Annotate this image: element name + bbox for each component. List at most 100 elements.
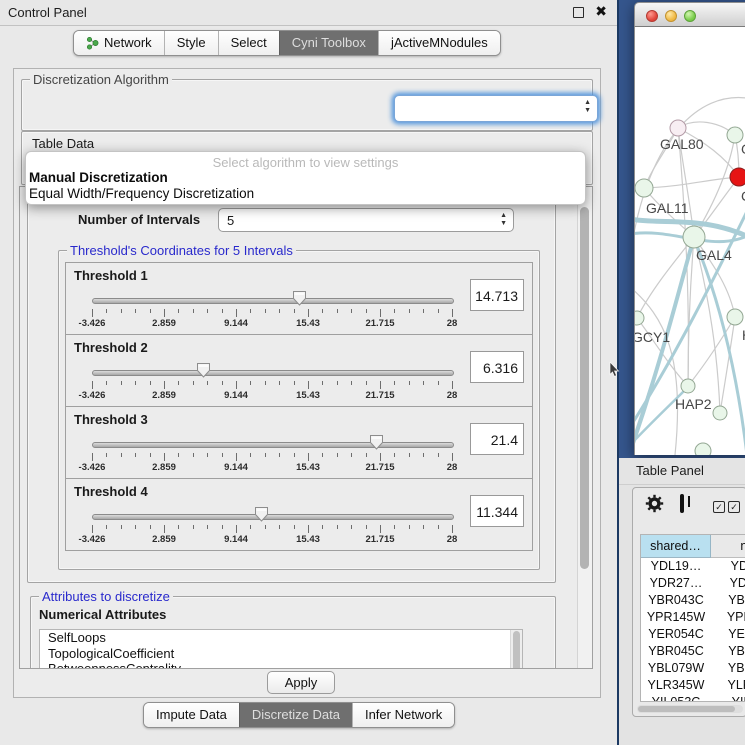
stepper-icon: ▲▼: [500, 212, 507, 228]
checkbox-icon: ✓: [728, 501, 740, 513]
slider-handle[interactable]: [254, 506, 269, 522]
dropdown-option-manual-discretization[interactable]: Manual Discretization: [26, 170, 585, 186]
column-settings-icon[interactable]: [680, 494, 684, 513]
tab-cyni-toolbox[interactable]: Cyni Toolbox: [279, 31, 378, 55]
numerical-attributes-list[interactable]: SelfLoopsTopologicalCoefficientBetweenne…: [39, 629, 523, 669]
number-of-intervals-value: 5: [227, 213, 234, 228]
zoom-traffic-light-icon[interactable]: [684, 10, 696, 22]
tab-discretize-data[interactable]: Discretize Data: [239, 703, 352, 727]
attribute-list-item[interactable]: TopologicalCoefficient: [40, 646, 522, 662]
threshold-value-field[interactable]: 21.4: [470, 423, 524, 455]
network-node[interactable]: [695, 443, 711, 455]
table-row[interactable]: YBR043CYBR043C: [641, 592, 745, 609]
slider-track[interactable]: [92, 514, 454, 520]
network-node[interactable]: [681, 379, 695, 393]
column-header-1[interactable]: shared…: [641, 535, 711, 558]
tab-network[interactable]: Network: [74, 31, 164, 55]
table-cell[interactable]: YBR043C: [711, 592, 745, 609]
table-cell[interactable]: YPR145W: [711, 609, 745, 626]
attribute-list-item[interactable]: BetweennessCentrality: [40, 661, 522, 669]
table-cell[interactable]: YBR045C: [711, 643, 745, 660]
network-edge[interactable]: [635, 241, 693, 455]
minimize-traffic-light-icon[interactable]: [665, 10, 677, 22]
float-icon[interactable]: [573, 7, 584, 18]
tab-select[interactable]: Select: [218, 31, 279, 55]
tab-impute-data[interactable]: Impute Data: [144, 703, 239, 727]
network-edge[interactable]: [694, 237, 720, 413]
close-traffic-light-icon[interactable]: [646, 10, 658, 22]
slider-handle[interactable]: [196, 362, 211, 378]
table-cell[interactable]: YBL079W: [641, 660, 711, 677]
slider-handle[interactable]: [369, 434, 384, 450]
table-cell[interactable]: YDR27…: [641, 575, 711, 592]
slider-ticks: [92, 525, 452, 533]
table-cell[interactable]: YDL19…: [641, 558, 711, 575]
table-horizontal-scrollbar[interactable]: [637, 705, 743, 713]
number-of-intervals-combobox[interactable]: 5 ▲▼: [218, 208, 514, 232]
apply-button[interactable]: Apply: [267, 671, 335, 694]
tab-label: Select: [231, 31, 267, 55]
main-window-right-area: GAL80GACGAL11GAL4GCY1HHAP2 Table Panel: [617, 0, 745, 745]
gear-icon[interactable]: [645, 494, 664, 516]
table-cell[interactable]: YDR27…: [711, 575, 745, 592]
table-row[interactable]: YLR345WYLR345W: [641, 677, 745, 694]
slider-track[interactable]: [92, 298, 454, 304]
table-cell[interactable]: YLR345W: [711, 677, 745, 694]
algorithm-combobox[interactable]: ▲▼: [394, 95, 598, 122]
stepper-icon: ▲▼: [584, 99, 591, 115]
network-node[interactable]: [683, 226, 705, 248]
tab-infer-network[interactable]: Infer Network: [352, 703, 454, 727]
node-attribute-table[interactable]: shared…nameYDL19…YDL19…YDR27…YDR27…YBR04…: [640, 534, 745, 702]
table-cell[interactable]: YBR043C: [641, 592, 711, 609]
table-row[interactable]: YPR145WYPR145W: [641, 609, 745, 626]
threshold-value-field[interactable]: 14.713: [470, 279, 524, 311]
threshold-value-field[interactable]: 11.344: [470, 495, 524, 527]
table-data-label: Table Data: [32, 136, 94, 151]
table-cell[interactable]: YIL053C: [641, 694, 711, 702]
interval-definition-group: Interval Definition Number of Intervals …: [27, 197, 556, 583]
table-panel-title: Table Panel: [636, 463, 704, 478]
table-row[interactable]: YBL079WYBL079W: [641, 660, 745, 677]
table-cell[interactable]: YIL053C: [711, 694, 745, 702]
table-cell[interactable]: YER054C: [711, 626, 745, 643]
dropdown-option-equal-width-frequency[interactable]: Equal Width/Frequency Discretization: [26, 186, 585, 202]
settings-vertical-scrollbar[interactable]: [577, 187, 592, 668]
network-node[interactable]: [635, 179, 653, 197]
table-cell[interactable]: YER054C: [641, 626, 711, 643]
attributes-list-scrollbar[interactable]: [510, 630, 522, 669]
table-row[interactable]: YDL19…YDL19…: [641, 558, 745, 575]
table-row[interactable]: YBR045CYBR045C: [641, 643, 745, 660]
table-cell[interactable]: YBR045C: [641, 643, 711, 660]
table-row[interactable]: YER054CYER054C: [641, 626, 745, 643]
network-node[interactable]: [730, 168, 745, 186]
table-cell[interactable]: YDL19…: [711, 558, 745, 575]
close-icon[interactable]: ✖: [595, 3, 607, 20]
select-columns-icon[interactable]: ✓✓: [713, 498, 743, 513]
network-node[interactable]: [713, 406, 727, 420]
tab-style[interactable]: Style: [164, 31, 218, 55]
tab-jactivemnodules[interactable]: jActiveMNodules: [378, 31, 500, 55]
slider-track[interactable]: [92, 370, 454, 376]
table-cell[interactable]: YLR345W: [641, 677, 711, 694]
thresholds-group: Threshold's Coordinates for 5 Intervals …: [58, 250, 540, 570]
attribute-list-item[interactable]: SelfLoops: [40, 630, 522, 646]
scrollbar-thumb[interactable]: [580, 207, 589, 569]
network-canvas[interactable]: GAL80GACGAL11GAL4GCY1HHAP2: [634, 27, 745, 455]
tab-label: Style: [177, 31, 206, 55]
table-row[interactable]: YDR27…YDR27…: [641, 575, 745, 592]
network-edge[interactable]: [637, 237, 694, 318]
settings-scroll-area: Interval Definition Number of Intervals …: [19, 186, 593, 669]
slider-handle[interactable]: [292, 290, 307, 306]
table-cell[interactable]: YBL079W: [711, 660, 745, 677]
table-row[interactable]: YIL053CYIL053C: [641, 694, 745, 702]
network-view-window[interactable]: GAL80GACGAL11GAL4GCY1HHAP2: [634, 2, 745, 455]
network-node[interactable]: [727, 309, 743, 325]
slider-track[interactable]: [92, 442, 454, 448]
scrollbar-thumb[interactable]: [638, 706, 735, 712]
threshold-value-field[interactable]: 6.316: [470, 351, 524, 383]
network-edge[interactable]: [644, 177, 739, 188]
table-cell[interactable]: YPR145W: [641, 609, 711, 626]
network-node[interactable]: [670, 120, 686, 136]
network-node[interactable]: [635, 311, 644, 325]
column-header-2[interactable]: name: [711, 535, 745, 558]
